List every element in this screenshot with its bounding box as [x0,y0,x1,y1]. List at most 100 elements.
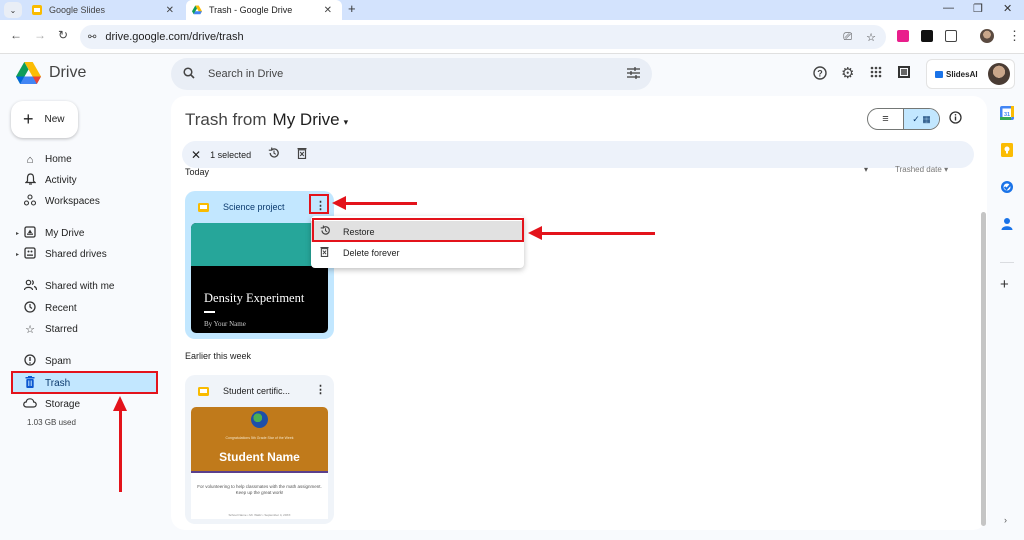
account-avatar[interactable] [988,63,1010,85]
google-keep-icon[interactable] [1000,143,1014,157]
tab-search-dropdown[interactable]: ⌄ [4,2,22,18]
extension-dollar-icon[interactable] [897,30,909,42]
close-tab-icon[interactable]: ✕ [166,5,174,16]
search-icon [183,66,195,82]
sidebar-item-workspaces[interactable]: Workspaces [0,191,170,212]
search-input[interactable]: Search in Drive [171,58,652,90]
sidebar-item-shared-with-me[interactable]: Shared with me [0,276,170,297]
menu-item-label: Delete forever [343,247,400,258]
tab-google-drive[interactable]: Trash - Google Drive ✕ [186,0,342,20]
sidebar-item-recent[interactable]: Recent [0,298,170,319]
thumbnail-footer: School Name • Mr. Waltz • September 4, 2… [228,513,291,517]
restore-icon[interactable] [268,147,280,162]
details-info-icon[interactable] [949,111,962,127]
thumbnail-title: Density Experiment [204,291,305,305]
google-apps-icon[interactable] [870,66,882,81]
google-calendar-icon[interactable]: 31 [1000,106,1014,120]
svg-text:31: 31 [1004,112,1010,118]
extension-mask-icon[interactable] [921,30,933,42]
maximize-button[interactable]: ❐ [973,2,983,15]
search-placeholder: Search in Drive [208,68,284,80]
tab-google-slides[interactable]: Google Slides ✕ [28,0,184,20]
thumbnail-title: Student Name [219,450,300,464]
file-card-header: Student certific... [185,375,334,407]
bookmark-star-icon[interactable]: ☆ [866,31,876,44]
new-button[interactable]: + New [11,101,78,138]
address-bar[interactable]: ⚯ drive.google.com/drive/trash ⎚ ☆ [80,25,886,49]
install-app-icon[interactable]: ⎚ [843,31,852,44]
sidebar-item-my-drive[interactable]: ▸ My Drive [0,223,170,244]
sidebar-item-activity[interactable]: Activity [0,170,170,191]
file-card-student-certificate[interactable]: Student certific... ⋮ Congratulations 5t… [185,375,334,524]
google-slides-icon [198,202,209,212]
main-scrollbar[interactable] [981,212,986,526]
drive-logo[interactable]: Drive [16,62,86,84]
thumbnail-divider [204,311,215,313]
file-thumbnail: Density Experiment By Your Name [191,223,328,333]
sidebar-item-label: Storage [45,399,81,410]
sort-by-dropdown[interactable]: Trashed date ▾ [895,165,948,174]
help-icon[interactable]: ? [813,66,827,83]
browser-menu-icon[interactable]: ⋮ [1008,28,1021,44]
menu-item-delete-forever[interactable]: Delete forever [311,242,524,263]
workspaces-icon [23,194,37,209]
file-context-menu: Restore Delete forever [311,216,524,268]
plus-icon: + [23,109,34,129]
back-button[interactable]: ← [10,28,22,42]
clear-selection-icon[interactable]: ✕ [191,148,201,162]
browser-profile-avatar[interactable] [980,29,994,43]
sort-direction-icon[interactable]: ▾ [864,165,868,174]
browser-toolbar: ← → ↻ ⚯ drive.google.com/drive/trash ⎚ ☆… [0,20,1024,54]
get-add-ons-icon[interactable]: + [1000,276,1009,293]
thumbnail-banner [191,223,328,266]
browser-tab-strip: ⌄ Google Slides ✕ Trash - Google Drive ✕… [0,0,1024,20]
more-actions-icon[interactable]: ⋮ [315,383,326,396]
settings-icon[interactable]: ⚙ [841,64,854,82]
page-title: Trash from My Drive ▾ [185,110,348,130]
grid-view-button[interactable]: ✓ ▦ [903,109,939,129]
site-info-icon[interactable]: ⚯ [88,32,96,43]
list-view-button[interactable]: ≡ [868,109,903,129]
minimize-button[interactable]: — [943,2,954,14]
section-heading-earlier-this-week: Earlier this week [185,351,252,361]
location-dropdown[interactable]: My Drive ▾ [273,110,349,129]
new-button-label: New [44,114,65,125]
sidebar-item-shared-drives[interactable]: ▸ Shared drives [0,244,170,265]
reload-button[interactable]: ↻ [58,28,68,42]
slidesai-logo-icon [935,70,943,78]
view-toggle: ≡ ✓ ▦ [867,108,940,130]
close-tab-icon[interactable]: ✕ [324,5,332,16]
square-extension-icon[interactable] [898,66,910,81]
bell-icon [23,173,37,188]
expand-caret-icon[interactable]: ▸ [16,251,19,258]
sidebar-item-trash[interactable]: Trash [12,373,157,394]
sidebar-item-home[interactable]: ⌂ Home [0,149,170,170]
expand-caret-icon[interactable]: ▸ [16,230,19,237]
sidebar-item-label: Home [45,154,72,165]
forward-button[interactable]: → [34,28,46,42]
delete-forever-icon[interactable] [297,147,307,162]
new-tab-button[interactable]: + [348,1,356,16]
search-options-icon[interactable] [627,66,640,82]
sidebar-item-storage[interactable]: Storage [0,394,170,415]
menu-item-restore[interactable]: Restore [311,221,524,242]
slidesai-label: SlidesAI [946,69,978,79]
extensions-puzzle-icon[interactable] [945,30,957,42]
hide-side-panel-icon[interactable]: › [1004,515,1007,525]
sidebar-item-spam[interactable]: Spam [0,351,170,372]
annotation-arrow-more-button [332,196,417,210]
title-prefix: Trash from [185,110,267,129]
file-thumbnail: Congratulations 5th Grade Star of the We… [191,407,328,519]
google-contacts-icon[interactable] [1000,217,1014,231]
more-actions-icon[interactable]: ⋮ [315,199,326,212]
app-name: Drive [49,64,87,81]
restore-icon [320,224,331,239]
google-slides-icon [32,5,42,15]
tab-title: Google Slides [49,5,106,15]
google-tasks-icon[interactable] [1000,180,1014,194]
selection-count: 1 selected [210,149,252,160]
clock-icon [23,301,37,316]
sidebar-item-starred[interactable]: ☆ Starred [0,319,170,340]
thumbnail-subtitle: By Your Name [204,320,246,328]
window-close-button[interactable]: ✕ [1003,2,1012,15]
